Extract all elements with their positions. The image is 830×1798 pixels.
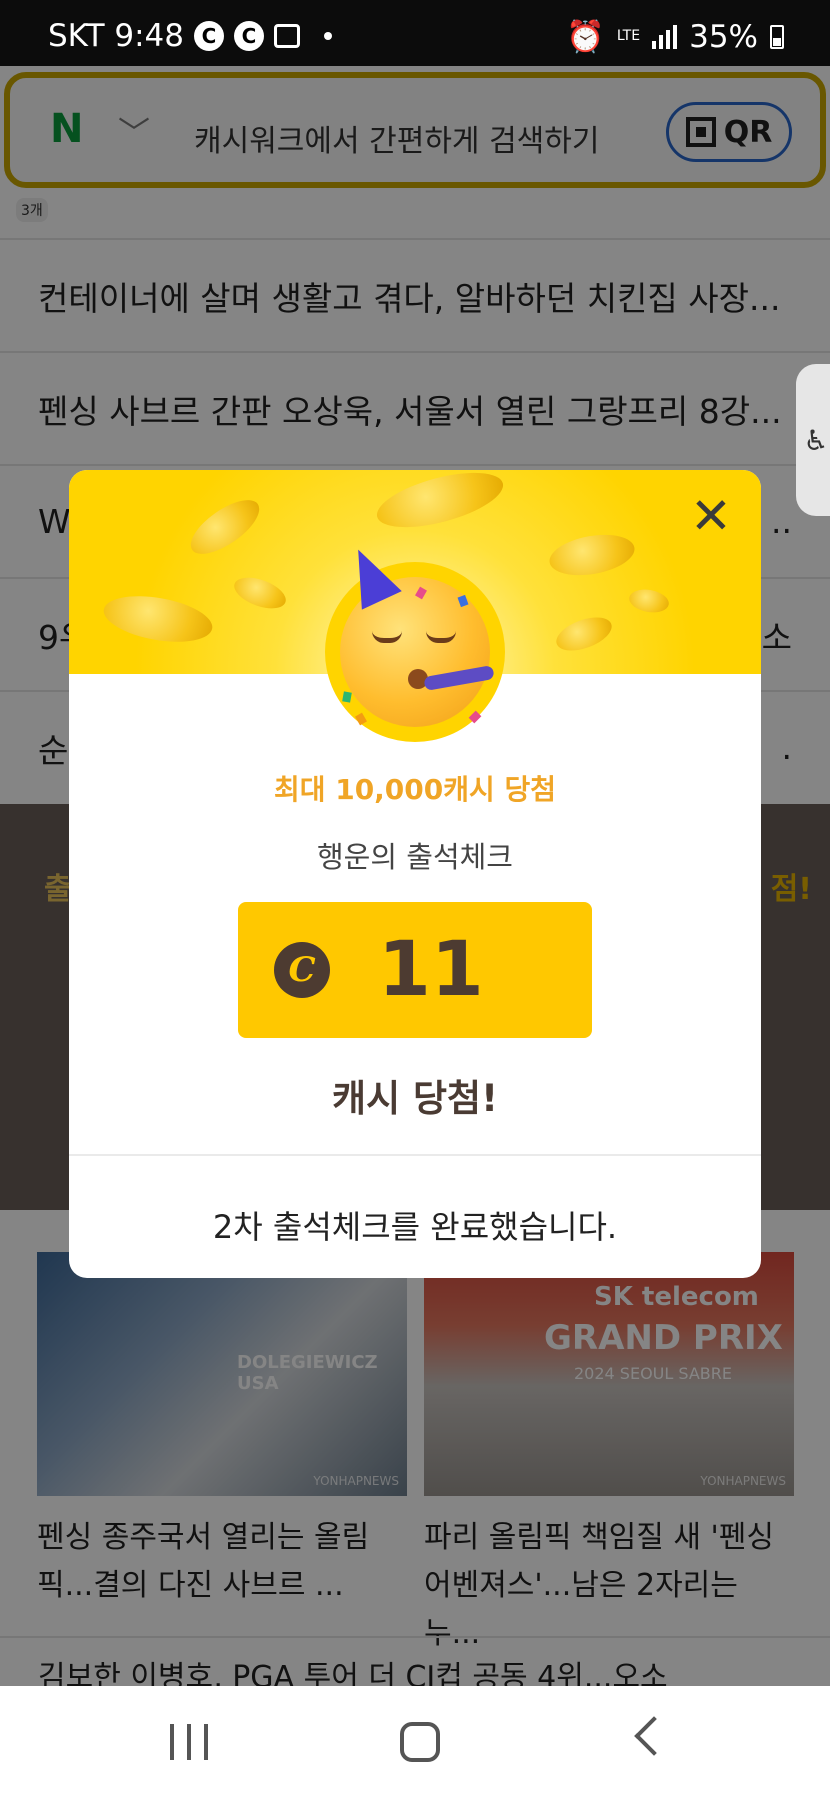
coin-decoration (627, 586, 671, 616)
home-icon[interactable] (400, 1722, 440, 1762)
attendance-check-modal: ✕ 최대 10,000캐시 당첨 행운의 출석체크 C 11 캐시 당첨! 2차… (69, 470, 761, 1278)
carrier-time: SKT 9:48 (48, 18, 185, 54)
network-type: LTE (616, 28, 641, 44)
coin-decoration (182, 490, 268, 564)
modal-divider (69, 1154, 761, 1156)
completion-message: 2차 출석체크를 완료했습니다. (212, 1208, 618, 1246)
emoji-eye-left (372, 631, 402, 643)
coin-decoration (551, 610, 617, 658)
accessibility-handle[interactable]: ♿ (796, 364, 830, 516)
signal-icon (652, 24, 678, 49)
cashwalk-notification-icon: C (194, 21, 225, 51)
cash-amount: 11 (378, 924, 484, 1013)
back-icon[interactable] (634, 1716, 674, 1756)
cash-win-text: 캐시 당첨! (332, 1077, 498, 1120)
confetti-icon (342, 691, 352, 703)
confetti-icon (468, 710, 482, 724)
coin-decoration (230, 571, 290, 615)
system-nav-bar (0, 1686, 830, 1798)
battery-icon (770, 24, 784, 49)
celebration-emoji-badge (325, 540, 505, 742)
max-reward-headline: 최대 10,000캐시 당첨 (273, 773, 557, 806)
status-left: SKT 9:48 C C (48, 18, 333, 54)
accessibility-icon: ♿ (803, 423, 829, 457)
battery-percent: 35% (689, 18, 758, 55)
emoji-eye-right (426, 631, 456, 643)
coin-decoration (100, 588, 216, 650)
cash-coin-icon: C (274, 942, 330, 998)
coin-decoration (546, 528, 638, 582)
modal-subtitle: 행운의 출석체크 (317, 840, 513, 874)
close-button[interactable]: ✕ (683, 488, 739, 544)
recents-icon[interactable] (170, 1724, 208, 1760)
status-bar: SKT 9:48 C C ⏰ LTE 35% (0, 0, 830, 66)
status-right: ⏰ LTE 35% (566, 18, 784, 55)
party-horn-icon (423, 665, 495, 691)
coin-decoration (371, 470, 509, 539)
cash-amount-box: C 11 (238, 902, 592, 1038)
party-face-icon (338, 540, 495, 727)
cashwalk-notification-icon-2: C (234, 21, 265, 51)
image-notification-icon (274, 24, 301, 48)
more-notifications-dot-icon (324, 32, 333, 40)
alarm-icon: ⏰ (566, 19, 605, 55)
confetti-icon (355, 712, 367, 726)
